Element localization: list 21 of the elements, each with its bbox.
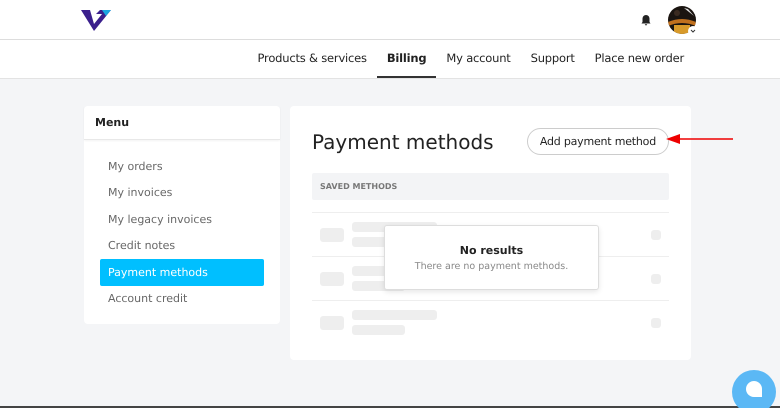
empty-message: There are no payment methods.	[414, 260, 568, 272]
logo-icon[interactable]	[80, 8, 112, 32]
chevron-down-icon[interactable]	[688, 26, 698, 36]
add-payment-method-button[interactable]: Add payment method	[526, 128, 669, 155]
menu-item[interactable]: My invoices	[100, 180, 264, 206]
empty-title: No results	[460, 244, 524, 256]
nav-tab[interactable]: My account	[436, 40, 521, 78]
menu-item[interactable]: Credit notes	[100, 232, 264, 259]
menu-item[interactable]: My legacy invoices	[100, 206, 264, 232]
nav-tab[interactable]: Billing	[376, 40, 436, 78]
arrow-icon	[666, 134, 733, 144]
menu-title: Menu	[84, 106, 280, 140]
nav-tab[interactable]: Support	[520, 40, 585, 78]
chat-icon	[745, 380, 763, 398]
menu-item[interactable]: My orders	[100, 153, 264, 180]
nav-tab[interactable]: Products & services	[248, 40, 377, 78]
page-title: Payment methods	[312, 130, 494, 154]
nav-tab[interactable]: Place new order	[584, 40, 694, 78]
table-header: SAVED METHODS	[312, 173, 669, 200]
menu-item[interactable]: Account credit	[100, 286, 264, 312]
bell-icon[interactable]	[640, 14, 652, 26]
